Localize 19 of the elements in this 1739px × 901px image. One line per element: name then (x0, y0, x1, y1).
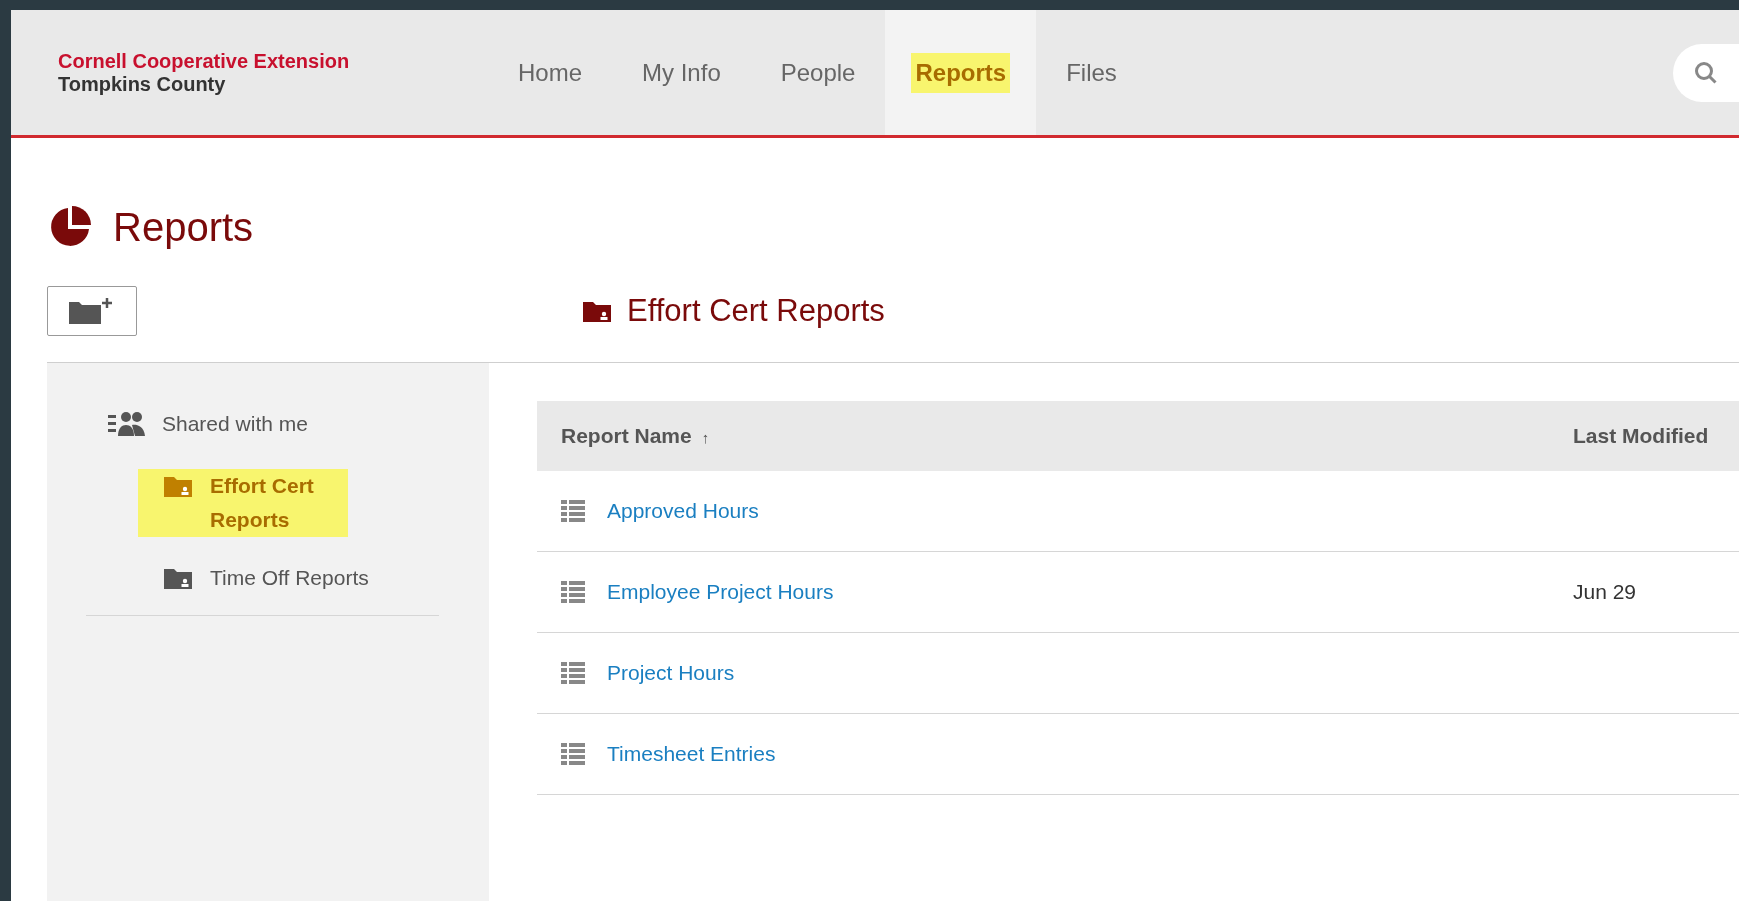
folder-title: Effort Cert Reports (627, 293, 885, 329)
sort-arrow: ↑ (701, 429, 710, 446)
report-link[interactable]: Approved Hours (607, 499, 759, 523)
nav-tab[interactable]: Reports (885, 10, 1037, 135)
nav-tab[interactable]: Home (488, 10, 613, 135)
nav-tab[interactable]: Files (1036, 10, 1147, 135)
column-header[interactable]: Last Modified (1567, 401, 1739, 471)
sidebar-item[interactable]: Shared with me (86, 403, 439, 445)
nav-tab[interactable]: People (750, 10, 886, 135)
organization-name: Cornell Cooperative Extension (58, 49, 351, 73)
page-title: Reports (113, 204, 254, 250)
modified-date: Jun 29 (1573, 580, 1637, 603)
organization-subtitle: Tompkins County (58, 72, 227, 96)
column-header[interactable]: Report Name ↑ (537, 401, 1567, 471)
nav-tab[interactable]: My Info (612, 10, 751, 135)
sidebar-item[interactable]: Time Off Reports (86, 561, 439, 595)
report-link[interactable]: Timesheet Entries (607, 742, 776, 766)
report-link[interactable]: Employee Project Hours (607, 580, 834, 604)
report-link[interactable]: Project Hours (607, 661, 735, 685)
